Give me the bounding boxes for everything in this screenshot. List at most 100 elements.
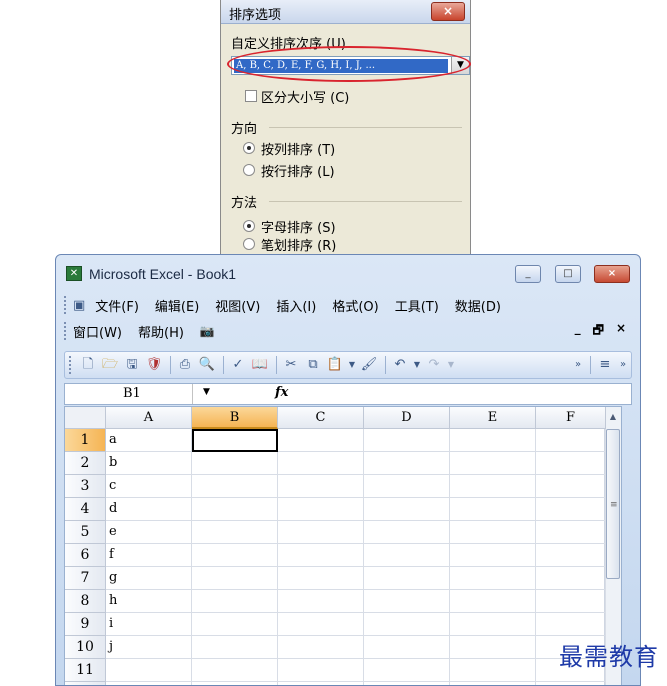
column-header-c[interactable]: C: [278, 407, 364, 429]
cell-f6[interactable]: [536, 544, 606, 567]
row-header[interactable]: 5: [65, 521, 106, 544]
cell-c2[interactable]: [278, 452, 364, 475]
cell-d3[interactable]: [364, 475, 450, 498]
cell-a3[interactable]: c: [106, 475, 192, 498]
format-painter-icon[interactable]: 🖌: [359, 355, 379, 375]
cell-b11[interactable]: [192, 659, 278, 682]
column-header-e[interactable]: E: [450, 407, 536, 429]
print-preview-icon[interactable]: 🔍: [197, 355, 217, 375]
cell-d10[interactable]: [364, 636, 450, 659]
fx-icon[interactable]: fx: [275, 385, 288, 400]
cell-b4[interactable]: [192, 498, 278, 521]
cell-e10[interactable]: [450, 636, 536, 659]
cell-e3[interactable]: [450, 475, 536, 498]
row-header[interactable]: 4: [65, 498, 106, 521]
scroll-thumb[interactable]: ≡: [606, 429, 620, 579]
open-icon[interactable]: 🗁: [100, 355, 120, 375]
cell-e6[interactable]: [450, 544, 536, 567]
spelling-icon[interactable]: ✓: [228, 355, 248, 375]
toolbar-options-icon-2[interactable]: »: [617, 355, 629, 375]
menu-view[interactable]: 视图(V): [215, 296, 260, 315]
column-header-a[interactable]: A: [106, 407, 192, 429]
permission-icon[interactable]: 🛡: [144, 355, 164, 375]
cell-f8[interactable]: [536, 590, 606, 613]
cell-a8[interactable]: h: [106, 590, 192, 613]
cut-icon[interactable]: ✂: [281, 355, 301, 375]
cell-d11[interactable]: [364, 659, 450, 682]
cell-a4[interactable]: d: [106, 498, 192, 521]
row-header[interactable]: 2: [65, 452, 106, 475]
cell-c1[interactable]: [278, 429, 364, 452]
menu-data[interactable]: 数据(D): [455, 296, 501, 315]
cell-c10[interactable]: [278, 636, 364, 659]
paste-icon[interactable]: 📋: [325, 355, 345, 375]
cell-b7[interactable]: [192, 567, 278, 590]
column-header-f[interactable]: F: [536, 407, 606, 429]
menu-help[interactable]: 帮助(H): [138, 322, 184, 341]
column-header-d[interactable]: D: [364, 407, 450, 429]
cell-b6[interactable]: [192, 544, 278, 567]
redo-dropdown-icon[interactable]: ▼: [446, 355, 456, 375]
save-icon[interactable]: 🖫: [122, 355, 142, 375]
stroke-sort-radio[interactable]: [243, 238, 255, 250]
cell-d1[interactable]: [364, 429, 450, 452]
toolbar-options-icon[interactable]: »: [572, 355, 584, 375]
maximize-button[interactable]: □: [555, 265, 581, 283]
undo-dropdown-icon[interactable]: ▼: [412, 355, 422, 375]
cell-c3[interactable]: [278, 475, 364, 498]
menu-file[interactable]: 文件(F): [95, 296, 139, 315]
cell-a9[interactable]: i: [106, 613, 192, 636]
name-box[interactable]: B1: [65, 384, 193, 404]
cell-e8[interactable]: [450, 590, 536, 613]
cell-c8[interactable]: [278, 590, 364, 613]
menu-tools[interactable]: 工具(T): [395, 296, 439, 315]
worksheet-menu-icon[interactable]: ▣: [73, 298, 85, 313]
cell-a6[interactable]: f: [106, 544, 192, 567]
cell-e7[interactable]: [450, 567, 536, 590]
select-all-corner[interactable]: [65, 407, 106, 429]
cell-d6[interactable]: [364, 544, 450, 567]
cell-a5[interactable]: e: [106, 521, 192, 544]
cell-d8[interactable]: [364, 590, 450, 613]
cell-f5[interactable]: [536, 521, 606, 544]
research-icon[interactable]: 📖: [250, 355, 270, 375]
cell-f7[interactable]: [536, 567, 606, 590]
row-header[interactable]: 3: [65, 475, 106, 498]
row-header[interactable]: 8: [65, 590, 106, 613]
cell-c6[interactable]: [278, 544, 364, 567]
row-header[interactable]: 11: [65, 659, 106, 682]
column-header-b[interactable]: B: [192, 407, 278, 429]
cell-f2[interactable]: [536, 452, 606, 475]
cell-d2[interactable]: [364, 452, 450, 475]
row-header[interactable]: 1: [65, 429, 106, 452]
row-header[interactable]: 7: [65, 567, 106, 590]
cell-c9[interactable]: [278, 613, 364, 636]
cell-c7[interactable]: [278, 567, 364, 590]
close-button[interactable]: ×: [594, 265, 630, 283]
menu-window[interactable]: 窗口(W): [73, 322, 122, 341]
cell-d4[interactable]: [364, 498, 450, 521]
cell-f12[interactable]: [536, 682, 606, 685]
row-header[interactable]: 10: [65, 636, 106, 659]
cell-a10[interactable]: j: [106, 636, 192, 659]
cell-a1[interactable]: a: [106, 429, 192, 452]
copy-icon[interactable]: ⧉: [303, 355, 323, 375]
minimize-button[interactable]: _: [515, 265, 541, 283]
cell-e2[interactable]: [450, 452, 536, 475]
cell-a7[interactable]: g: [106, 567, 192, 590]
menu-grip-2[interactable]: [64, 322, 67, 340]
cell-d5[interactable]: [364, 521, 450, 544]
cell-c5[interactable]: [278, 521, 364, 544]
cell-b3[interactable]: [192, 475, 278, 498]
mdi-close-button[interactable]: ×: [616, 321, 626, 342]
active-cell[interactable]: [192, 429, 278, 452]
row-header[interactable]: 6: [65, 544, 106, 567]
cell-e5[interactable]: [450, 521, 536, 544]
camera-icon[interactable]: 📷: [200, 324, 215, 338]
mdi-minimize-button[interactable]: _: [575, 321, 581, 342]
cell-f4[interactable]: [536, 498, 606, 521]
cell-d9[interactable]: [364, 613, 450, 636]
scroll-up-icon[interactable]: ▲: [605, 409, 621, 425]
cell-d7[interactable]: [364, 567, 450, 590]
cell-a12[interactable]: [106, 682, 192, 685]
